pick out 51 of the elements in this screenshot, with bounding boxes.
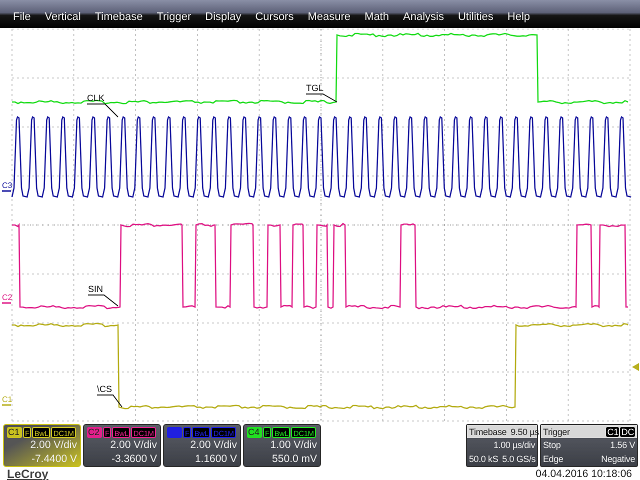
menu-item[interactable]: Utilities <box>450 5 500 23</box>
vertical-offset: 1.1600 V <box>194 452 237 466</box>
channel-badge: C4 <box>247 427 262 438</box>
leader-line <box>96 394 122 408</box>
sample-rate: 5.0 GS/s <box>502 453 536 466</box>
menu-item[interactable]: Cursors <box>248 5 301 23</box>
trace-label: \CS <box>97 384 112 394</box>
channel-marker: C3 <box>2 181 12 190</box>
vertical-offset: -7.4400 V <box>30 452 77 466</box>
vertical-offset: 550.0 mV <box>271 452 317 466</box>
trigger-level: 1.56 V <box>610 439 635 452</box>
trace-label: CLK <box>87 93 105 103</box>
channel-badge: C1 <box>7 427 22 438</box>
channel-tick-icon <box>2 190 11 192</box>
menu-item[interactable]: Vertical <box>38 5 88 23</box>
trigger-panel[interactable]: Trigger C1 DC Stop 1.56 V Edge Negative <box>540 424 638 467</box>
trigger-source: C1 <box>606 426 620 436</box>
trace-label: SIN <box>88 284 104 294</box>
panel-title: Timebase <box>469 426 507 436</box>
channel-tick-icon <box>2 404 11 406</box>
menu-item[interactable]: Display <box>198 5 248 23</box>
vertical-offset: -3.3600 V <box>110 452 157 466</box>
trigger-type: Edge <box>543 453 564 466</box>
sample-count: 50.0 kS <box>469 453 498 466</box>
channel-marker: C1 <box>2 395 12 404</box>
trace-label: TGL <box>306 83 324 93</box>
menu-item[interactable]: Timebase <box>88 5 150 23</box>
trigger-coupling: DC <box>620 426 635 436</box>
brand-logo: LeCroy <box>6 466 48 480</box>
trigger-mode: Stop <box>543 439 561 452</box>
trigger-level-icon <box>632 363 639 371</box>
trigger-slope: Negative <box>601 453 635 466</box>
channel-tick-icon <box>2 302 11 304</box>
menu-item[interactable]: Analysis <box>396 5 451 23</box>
menu-item[interactable]: Trigger <box>150 5 198 23</box>
vertical-scale: 2.00 V/div <box>109 438 157 452</box>
vertical-scale: 2.00 V/div <box>29 438 77 452</box>
leader-line <box>306 94 338 102</box>
timebase-scale: 1.00 µs/div <box>493 439 535 452</box>
menu-item[interactable]: Help <box>500 5 538 23</box>
channel-badge: C2 <box>87 427 102 438</box>
menu-item[interactable]: Measure <box>300 5 358 23</box>
leader-line <box>88 294 118 306</box>
channel-marker: C2 <box>2 293 12 302</box>
menu-item[interactable]: File <box>6 5 38 23</box>
vertical-scale: 2.00 V/div <box>189 438 237 452</box>
panel-title: Trigger <box>543 426 570 436</box>
menu-item[interactable]: Math <box>358 5 396 23</box>
vertical-scale: 1.00 V/div <box>269 438 317 452</box>
date-time: 04.04.2016 10:18:06 <box>536 468 633 480</box>
leader-line <box>86 104 118 118</box>
